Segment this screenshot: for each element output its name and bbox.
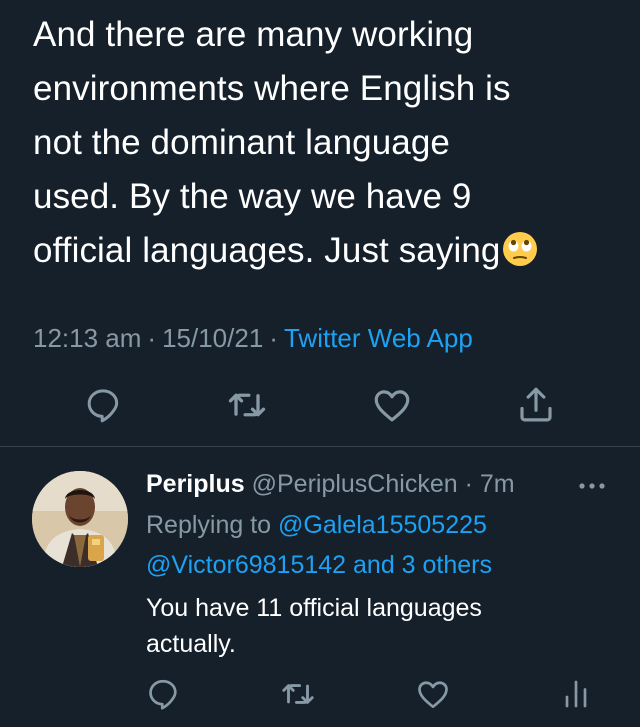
meta-separator: · bbox=[269, 323, 278, 353]
tweet-text-line-last: official languages. Just saying bbox=[33, 224, 623, 278]
tweet-meta: 12:13 am · 15/10/21 · Twitter Web App bbox=[33, 320, 473, 356]
others-link[interactable]: and 3 others bbox=[353, 551, 492, 579]
tweet-date: 15/10/21 bbox=[162, 323, 264, 353]
user-handle[interactable]: @PeriplusChicken bbox=[252, 470, 458, 498]
heart-icon bbox=[418, 681, 448, 709]
share-icon bbox=[520, 387, 552, 422]
tweet-text: And there are many working environments … bbox=[33, 8, 623, 278]
avatar[interactable] bbox=[32, 471, 128, 567]
tweet-actions bbox=[0, 380, 640, 430]
like-button[interactable] bbox=[408, 669, 458, 719]
tweet-text-line: not the dominant language bbox=[33, 123, 450, 162]
tweet-text-line: And there are many working bbox=[33, 15, 474, 54]
reply-icon bbox=[87, 389, 119, 423]
reply-text-line: You have 11 official languages bbox=[146, 594, 482, 622]
share-button[interactable] bbox=[511, 380, 561, 430]
reply-icon bbox=[149, 679, 177, 710]
replying-to: Replying to @Galela15505225 @Victor69815… bbox=[146, 505, 616, 585]
mention-link[interactable]: @Victor69815142 bbox=[146, 551, 346, 579]
like-button[interactable] bbox=[367, 380, 417, 430]
more-button[interactable] bbox=[572, 471, 612, 501]
tweet-text-line: environments where English is bbox=[33, 69, 511, 108]
display-name[interactable]: Periplus bbox=[146, 470, 245, 498]
tweet-text-line: official languages. Just saying bbox=[33, 231, 501, 270]
heart-icon bbox=[374, 390, 410, 422]
reply-header: Periplus @PeriplusChicken · 7m bbox=[146, 467, 515, 501]
retweet-button[interactable] bbox=[222, 380, 272, 430]
analytics-button[interactable] bbox=[551, 669, 601, 719]
retweet-icon bbox=[228, 393, 266, 417]
reply-age[interactable]: 7m bbox=[480, 470, 515, 498]
reply-text-line: actually. bbox=[146, 630, 236, 658]
more-icon bbox=[579, 483, 605, 489]
tweet-text-line: used. By the way we have 9 bbox=[33, 177, 472, 216]
reply-button[interactable] bbox=[78, 380, 128, 430]
reply-text: You have 11 official languages actually. bbox=[146, 590, 616, 662]
face-with-rolling-eyes-icon bbox=[503, 232, 538, 266]
retweet-icon bbox=[282, 684, 314, 704]
replying-label: Replying to bbox=[146, 511, 272, 539]
mention-link[interactable]: @Galela15505225 bbox=[278, 511, 487, 539]
reply-actions bbox=[0, 669, 640, 719]
avatar-image bbox=[32, 471, 128, 567]
reply-button[interactable] bbox=[138, 669, 188, 719]
tweet-source-link[interactable]: Twitter Web App bbox=[284, 323, 473, 353]
analytics-icon bbox=[565, 680, 587, 708]
reply-tweet[interactable]: Periplus @PeriplusChicken · 7m Replying … bbox=[0, 447, 640, 727]
meta-separator: · bbox=[147, 323, 157, 353]
header-separator: · bbox=[464, 470, 473, 498]
tweet-time: 12:13 am bbox=[33, 323, 142, 353]
main-tweet: And there are many working environments … bbox=[0, 0, 640, 446]
retweet-button[interactable] bbox=[273, 669, 323, 719]
